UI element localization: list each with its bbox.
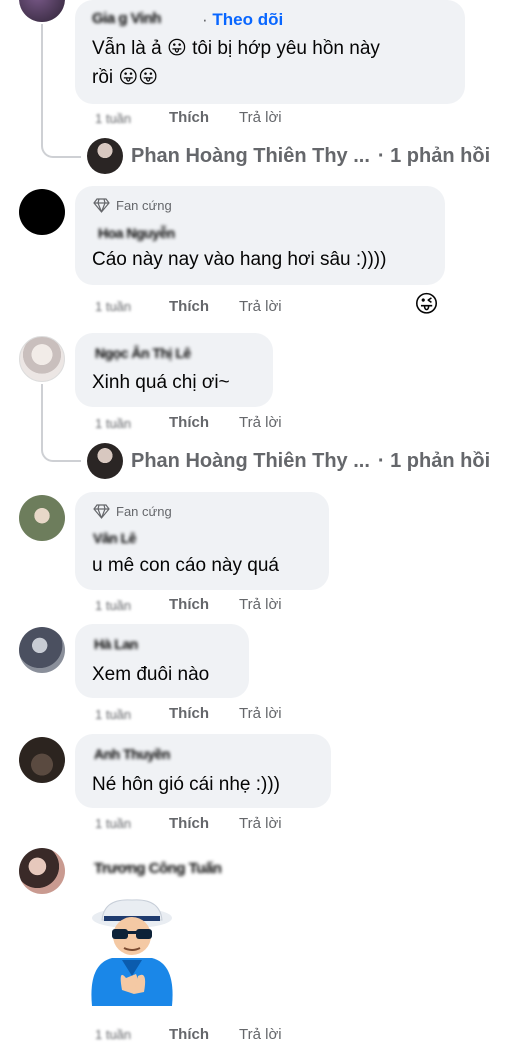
avatar[interactable] xyxy=(19,189,65,235)
reply-button[interactable]: Trả lời xyxy=(239,596,282,613)
comment-time[interactable]: 1 tuần xyxy=(95,1027,131,1042)
reply-button[interactable]: Trả lời xyxy=(239,298,282,315)
fan-badge-label: Fan cứng xyxy=(116,504,172,519)
comment-time[interactable]: 1 tuần xyxy=(95,416,131,431)
reaction-emoji[interactable]: 😜 xyxy=(414,290,439,319)
thread-line xyxy=(41,24,43,132)
like-button[interactable]: Thích xyxy=(169,109,209,126)
view-replies[interactable]: Phan Hoàng Thiên Thy ... · 1 phản hồi xyxy=(87,443,490,479)
comment-author[interactable]: Hoa Nguyễn xyxy=(98,225,175,241)
reply-avatar xyxy=(87,443,123,479)
thread-line xyxy=(41,384,43,436)
reply-author[interactable]: Phan Hoàng Thiên Thy ... xyxy=(131,145,370,168)
like-button[interactable]: Thích xyxy=(169,1026,209,1043)
thread-curve xyxy=(41,436,81,462)
reply-author[interactable]: Phan Hoàng Thiên Thy ... xyxy=(131,450,370,473)
avatar[interactable] xyxy=(19,0,65,22)
follow-link[interactable]: · Theo dõi xyxy=(202,10,283,30)
comment-author[interactable]: Ngọc Ân Thị Lê xyxy=(95,345,191,361)
fan-badge: Fan cứng xyxy=(93,198,172,213)
comment-text-line2: rồi 😛😛 xyxy=(92,67,159,88)
comment-author[interactable]: Anh Thuyền xyxy=(94,746,170,762)
like-button[interactable]: Thích xyxy=(169,414,209,431)
reply-count[interactable]: · 1 phản hồi xyxy=(378,145,490,168)
fan-badge: Fan cứng xyxy=(93,504,172,519)
follow-label[interactable]: Theo dõi xyxy=(212,10,283,29)
like-button[interactable]: Thích xyxy=(169,596,209,613)
comment-text: Xinh quá chị ơi~ xyxy=(92,372,230,393)
comment-time[interactable]: 1 tuần xyxy=(95,299,131,314)
old-man-clapping-sticker xyxy=(78,898,186,1008)
avatar[interactable] xyxy=(19,737,65,783)
reply-count[interactable]: · 1 phản hồi xyxy=(378,450,490,473)
comment-time[interactable]: 1 tuần xyxy=(95,111,131,126)
like-button[interactable]: Thích xyxy=(169,815,209,832)
comment-text: Vẫn là ả 😛 tôi bị hớp yêu hồn này xyxy=(92,38,380,59)
reply-button[interactable]: Trả lời xyxy=(239,1026,282,1043)
comment-time[interactable]: 1 tuần xyxy=(95,598,131,613)
comment-author[interactable]: Vân Lê xyxy=(93,530,136,546)
view-replies[interactable]: Phan Hoàng Thiên Thy ... · 1 phản hồi xyxy=(87,138,490,174)
comment-time[interactable]: 1 tuần xyxy=(95,707,131,722)
thread-curve xyxy=(41,132,81,158)
comment-author[interactable]: Gia g Vinh xyxy=(92,10,161,27)
like-button[interactable]: Thích xyxy=(169,705,209,722)
reply-button[interactable]: Trả lời xyxy=(239,815,282,832)
avatar[interactable] xyxy=(19,627,65,673)
avatar[interactable] xyxy=(19,495,65,541)
comment-author[interactable]: Hà Lan xyxy=(94,636,138,652)
comment-text: Né hôn gió cái nhẹ :))) xyxy=(92,774,280,795)
fan-badge-label: Fan cứng xyxy=(116,198,172,213)
reply-button[interactable]: Trả lời xyxy=(239,414,282,431)
like-button[interactable]: Thích xyxy=(169,298,209,315)
reply-button[interactable]: Trả lời xyxy=(239,109,282,126)
sticker-image xyxy=(91,899,173,1006)
avatar[interactable] xyxy=(19,336,65,382)
comment-time[interactable]: 1 tuần xyxy=(95,816,131,831)
diamond-icon xyxy=(93,504,110,519)
diamond-icon xyxy=(93,198,110,213)
avatar[interactable] xyxy=(19,848,65,894)
comment-text: Cáo này nay vào hang hơi sâu :)))) xyxy=(92,249,387,270)
comment-text: Xem đuôi nào xyxy=(92,664,210,685)
comment-text: u mê con cáo này quá xyxy=(92,555,279,576)
reply-avatar xyxy=(87,138,123,174)
comment-author[interactable]: Trương Công Tuấn xyxy=(94,860,222,877)
reply-button[interactable]: Trả lời xyxy=(239,705,282,722)
